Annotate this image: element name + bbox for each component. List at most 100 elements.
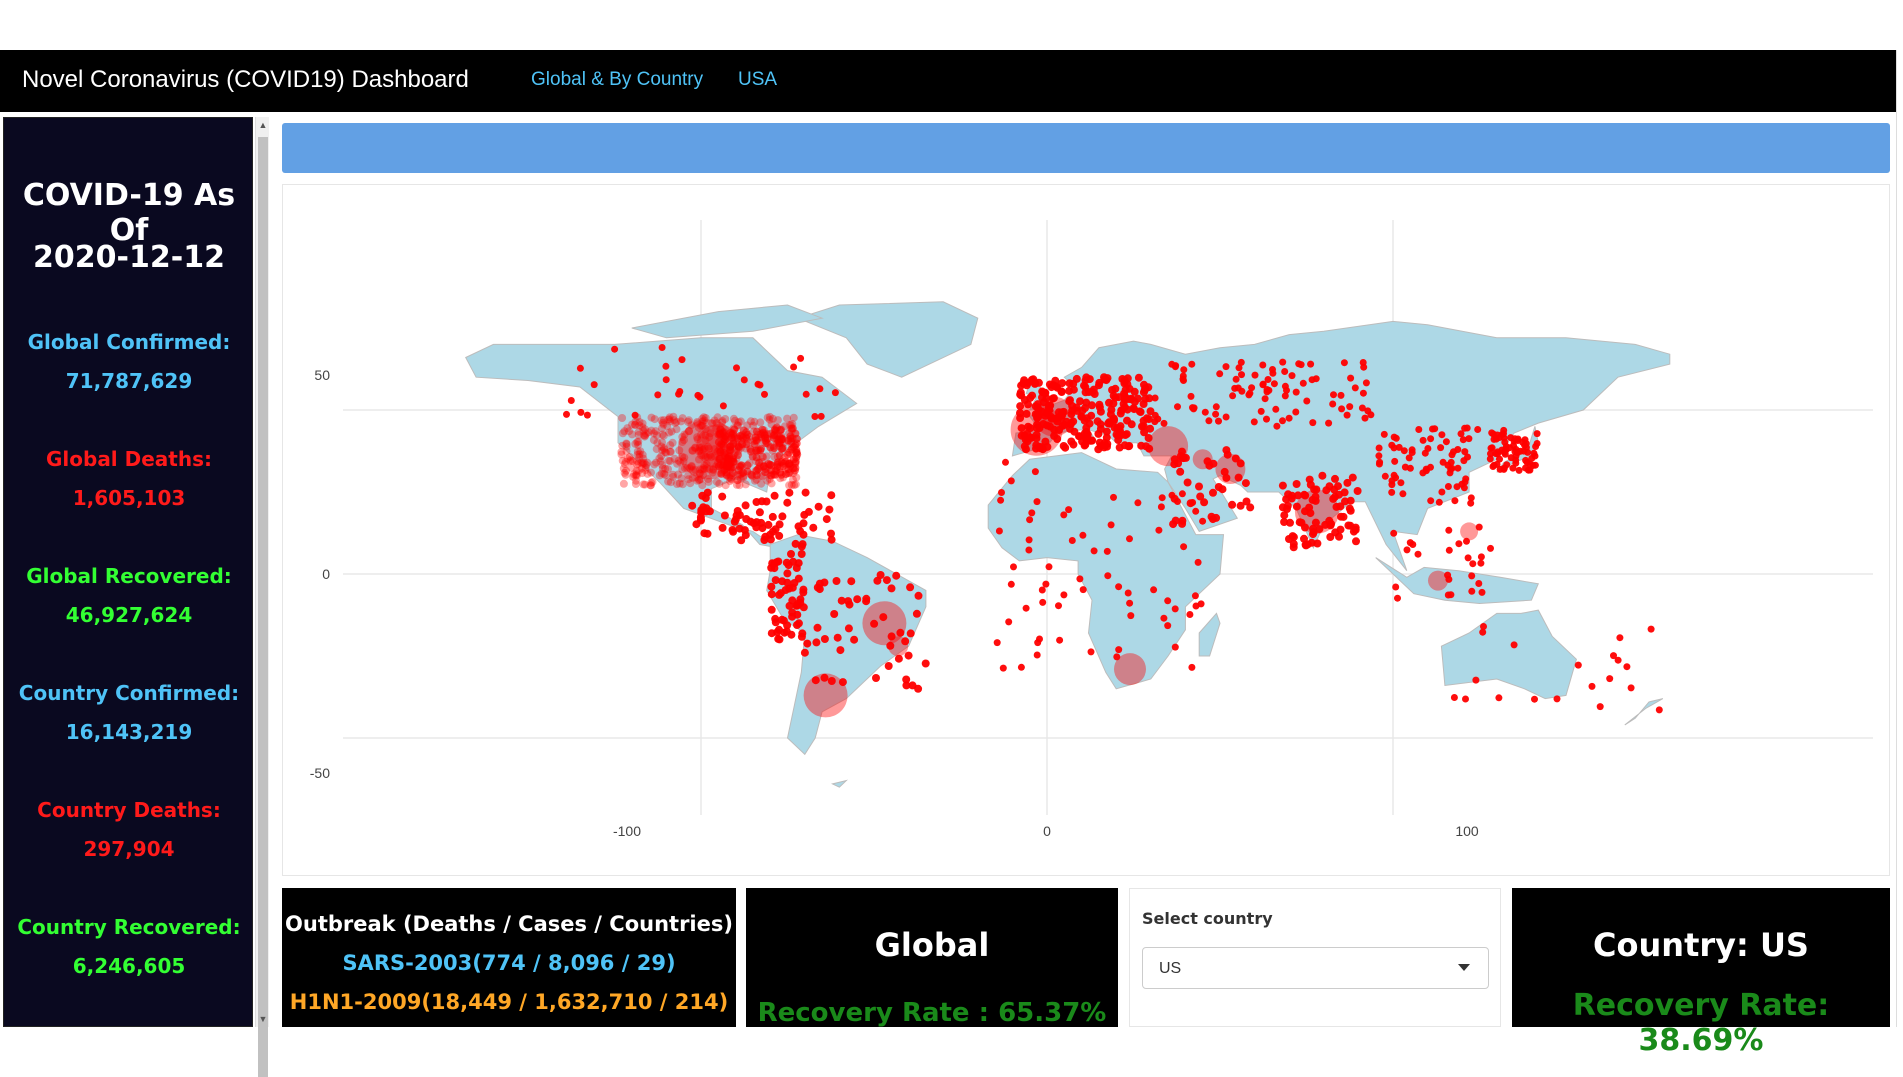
global-recovered-value: 46,927,624: [65, 603, 193, 627]
case-marker: [1501, 438, 1509, 446]
scroll-up-icon[interactable]: ▲: [256, 117, 270, 133]
case-marker: [1065, 386, 1074, 395]
case-marker: [1222, 363, 1230, 371]
outbreak-h1n1: H1N1-2009(18,449 / 1,632,710 / 214): [289, 990, 729, 1014]
case-marker: [1107, 521, 1115, 529]
world-map[interactable]: 50 0 -50 -100 0 100: [283, 185, 1891, 877]
case-marker: [668, 470, 677, 479]
case-marker: [1442, 438, 1450, 446]
case-marker: [817, 412, 825, 420]
scroll-down-icon[interactable]: ▼: [256, 1011, 270, 1027]
case-marker: [1192, 449, 1213, 470]
case-marker: [1474, 426, 1482, 433]
case-marker: [1232, 375, 1240, 383]
case-marker: [1352, 537, 1360, 546]
case-marker: [1017, 381, 1026, 390]
case-marker: [1180, 366, 1188, 374]
case-marker: [1038, 586, 1046, 594]
case-marker: [1195, 482, 1203, 491]
case-marker: [1390, 529, 1398, 537]
case-marker: [1655, 706, 1663, 714]
page-scrollbar[interactable]: [1896, 50, 1903, 1027]
case-marker: [696, 515, 705, 524]
case-marker: [1010, 563, 1017, 571]
case-marker: [1353, 487, 1362, 495]
case-marker: [1200, 498, 1209, 507]
case-marker: [641, 463, 650, 472]
case-marker: [1025, 546, 1033, 554]
case-marker: [775, 531, 784, 540]
case-marker: [1475, 580, 1483, 587]
case-marker: [827, 491, 836, 500]
case-marker: [1553, 695, 1561, 703]
case-marker: [1524, 448, 1532, 456]
case-marker: [892, 571, 901, 580]
global-confirmed-value: 71,787,629: [65, 369, 193, 393]
nav-link-global[interactable]: Global & By Country: [531, 69, 703, 91]
case-marker: [904, 651, 913, 660]
land-australia: [1440, 609, 1577, 700]
case-marker: [785, 488, 794, 497]
chevron-down-icon[interactable]: [1458, 964, 1470, 971]
scrollbar-thumb[interactable]: [258, 137, 268, 1077]
case-marker: [1596, 703, 1604, 711]
case-marker: [752, 466, 761, 475]
case-marker: [902, 675, 911, 684]
case-marker: [777, 435, 786, 444]
case-marker: [1292, 480, 1301, 488]
case-marker: [1257, 407, 1265, 415]
case-marker: [778, 577, 787, 586]
case-marker: [1082, 423, 1091, 432]
case-marker: [742, 515, 751, 523]
case-marker: [1076, 397, 1084, 406]
case-marker: [1263, 415, 1270, 423]
case-marker: [1338, 405, 1346, 413]
case-marker: [576, 364, 584, 372]
case-marker: [1329, 400, 1337, 408]
case-marker: [1117, 431, 1126, 440]
case-marker: [1151, 411, 1159, 419]
case-marker: [633, 438, 642, 447]
case-marker: [1093, 417, 1102, 426]
case-marker: [1151, 418, 1159, 426]
case-marker: [746, 417, 755, 426]
case-marker: [831, 389, 839, 397]
case-marker: [1135, 407, 1144, 416]
case-marker: [1450, 448, 1457, 456]
y-tick-neg50: -50: [310, 765, 330, 781]
case-marker: [1477, 559, 1485, 567]
case-marker: [642, 429, 651, 438]
case-marker: [1334, 482, 1342, 491]
case-marker: [767, 466, 776, 475]
case-marker: [1408, 446, 1416, 454]
sidebar-scrollbar[interactable]: ▲ ▼: [255, 117, 270, 1077]
case-marker: [658, 446, 667, 455]
nav-link-usa[interactable]: USA: [738, 69, 777, 91]
case-marker: [1007, 580, 1015, 588]
case-marker: [590, 381, 598, 389]
case-marker: [1279, 358, 1287, 366]
case-marker: [1157, 503, 1165, 511]
global-deaths-value: 1,605,103: [72, 486, 186, 510]
land-antarctic-peninsula: [831, 779, 848, 788]
case-marker: [809, 523, 818, 532]
case-marker: [1270, 380, 1278, 388]
case-marker: [1007, 477, 1015, 485]
country-select[interactable]: US: [1142, 947, 1489, 989]
world-map-panel[interactable]: 50 0 -50 -100 0 100: [282, 184, 1890, 876]
case-marker: [1022, 604, 1030, 612]
x-tick-0: 0: [1043, 823, 1051, 839]
case-marker: [1080, 441, 1089, 450]
case-marker: [1207, 512, 1216, 521]
case-marker: [773, 628, 782, 637]
case-marker: [1521, 436, 1529, 444]
case-marker: [563, 410, 570, 418]
header-banner: [282, 123, 1890, 173]
case-marker: [1358, 404, 1366, 412]
case-marker: [1469, 560, 1477, 568]
case-marker: [1056, 636, 1064, 644]
case-marker: [788, 583, 797, 592]
country-deaths-value: 297,904: [83, 837, 175, 861]
case-marker: [1238, 387, 1246, 395]
case-marker: [1532, 443, 1540, 450]
